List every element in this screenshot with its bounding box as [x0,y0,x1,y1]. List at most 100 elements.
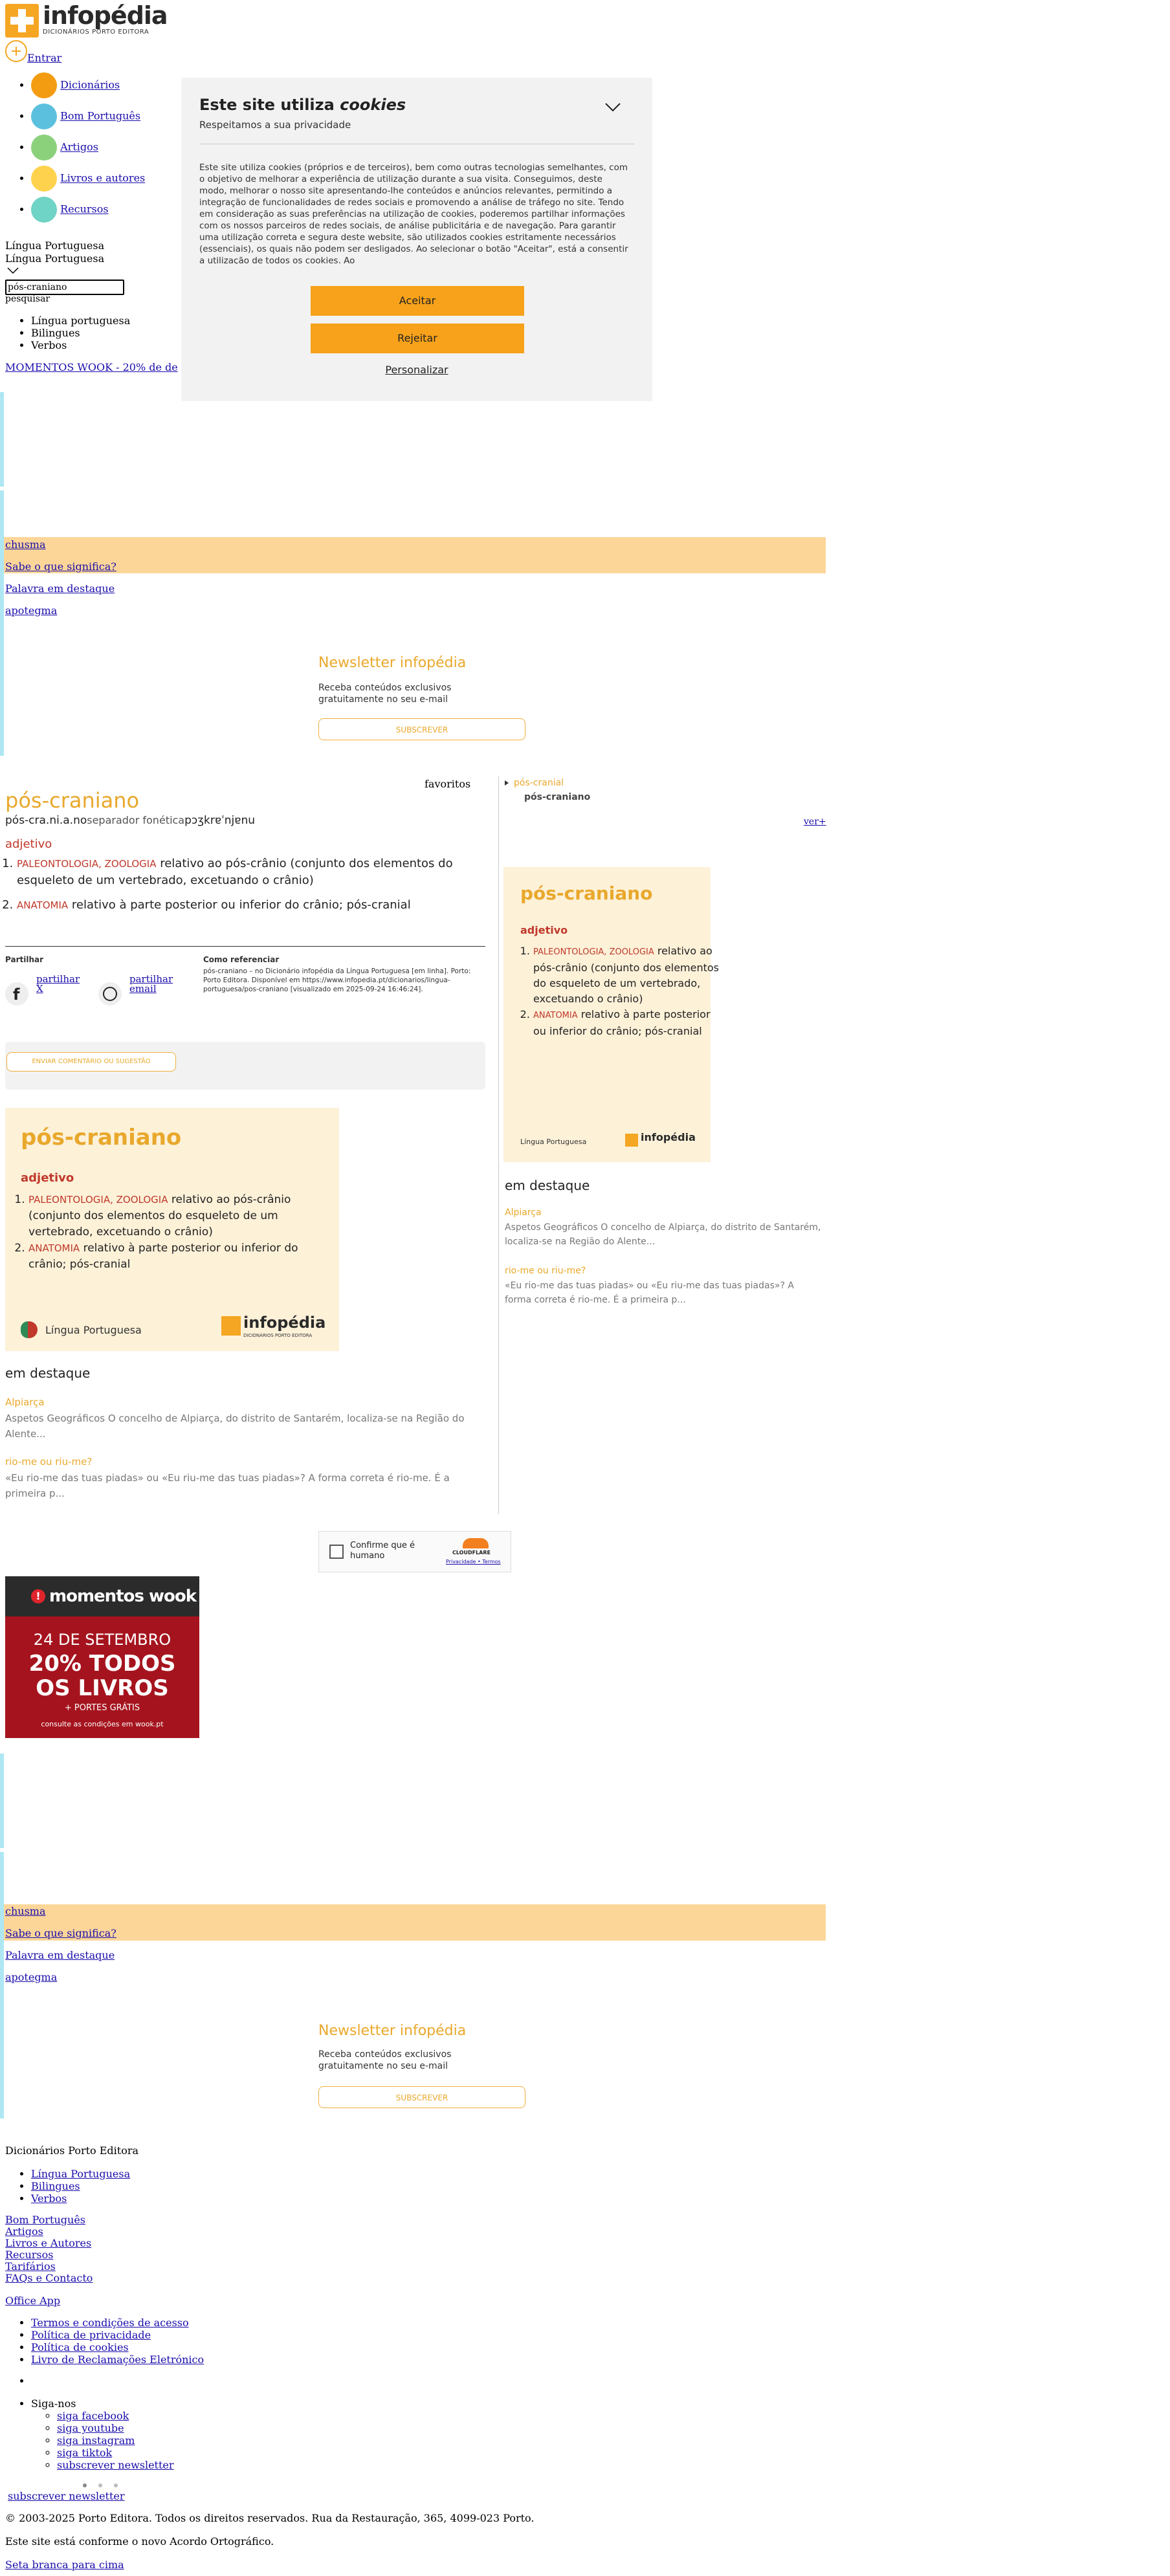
subscribe-button[interactable]: SUBSCREVER [318,2086,525,2108]
carousel-dot[interactable] [114,2483,118,2487]
accept-button[interactable]: Aceitar [311,286,524,316]
cookie-dialog: Este site utiliza cookies Respeitamos a … [181,78,652,401]
search-type[interactable]: Verbos [31,339,130,351]
featured-title[interactable]: Alpiarça [505,1207,542,1218]
logo-icon [625,1134,638,1147]
facebook-icon[interactable]: siga facebook [57,2410,129,2422]
word-link[interactable]: chusma [5,538,46,551]
definition-item: ANATOMIA relativo à parte posterior ou i… [17,897,506,914]
follow-item: Siga-nos siga facebook siga youtube siga… [31,2397,174,2471]
nav-item-bom-portugues[interactable]: Bom Português [31,104,145,135]
legal-link[interactable]: Termos e condições de acesso [31,2317,189,2329]
divider [498,776,499,1514]
carousel-dot[interactable] [83,2483,87,2487]
subscribe-link[interactable]: subscrever newsletter [8,2490,125,2502]
footer-link[interactable]: FAQs e Contacto [5,2272,93,2284]
favorites-icon[interactable]: favoritos [425,778,470,790]
side-strip [0,1754,4,1848]
footer-heading: Dicionários Porto Editora [5,2144,139,2157]
featured-word-link[interactable]: apotegma [5,604,57,617]
share-card-small: pós-craniano adjetivo PALEONTOLOGIA, ZOO… [503,867,719,1162]
login-link[interactable]: Entrar [27,52,61,64]
nav-link[interactable]: Bom Português [60,110,140,122]
featured-label[interactable]: Palavra em destaque [5,582,115,595]
reject-button[interactable]: Rejeitar [311,324,524,353]
ad-link[interactable]: MOMENTOS WOOK - 20% de de [5,361,181,373]
ad-banner[interactable]: ! momentos wook 24 DE SETEMBRO 20% TODOS… [5,1576,199,1738]
legal-link[interactable]: Livro de Reclamações Eletrónico [31,2353,204,2366]
carousel-dot[interactable] [98,2483,102,2487]
nav-link[interactable]: Livros e autores [60,172,145,184]
featured-label[interactable]: Palavra em destaque [5,1949,115,1961]
legal-item: Livro de Reclamações Eletrónico [31,2353,204,2366]
back-to-top-icon[interactable]: Seta branca para cima [5,2559,124,2571]
definition-item: ANATOMIA relativo à parte posterior ou i… [28,1240,339,1273]
instagram-icon[interactable]: siga instagram [57,2434,135,2447]
social-item: subscrever newsletter [57,2459,174,2471]
definition-list: PALEONTOLOGIA, ZOOLOGIA relativo ao pós-… [0,855,506,914]
question-link[interactable]: Sabe o que significa? [5,1927,116,1939]
login-icon[interactable] [5,40,27,62]
share-label: Partilhar [5,955,44,964]
whatsapp-icon[interactable] [98,982,122,1006]
search-type[interactable]: Língua portuguesa [31,314,130,327]
search-icon[interactable]: pesquisar [5,294,50,304]
more-link[interactable]: ver+ [804,817,826,827]
personalize-link[interactable]: Personalizar [181,364,652,376]
logo-icon[interactable] [5,4,39,38]
legal-link[interactable]: Política de privacidade [31,2329,151,2341]
footer-link[interactable]: Recursos [5,2249,53,2261]
nav-link[interactable]: Recursos [60,203,108,215]
chevron-down-icon[interactable] [6,267,19,274]
legal-link[interactable]: Política de cookies [31,2341,129,2353]
footer-link[interactable]: Livros e Autores [5,2237,91,2249]
copyright: © 2003-2025 Porto Editora. Todos os dire… [5,2512,535,2524]
footer-link[interactable]: Língua Portuguesa [31,2168,130,2180]
featured-title[interactable]: Alpiarça [5,1396,45,1408]
question-link[interactable]: Sabe o que significa? [5,560,116,573]
search-input[interactable] [5,280,124,295]
main-nav: Dicionários Bom Português Artigos Livros… [5,72,145,228]
nav-link[interactable]: Dicionários [60,79,120,91]
captcha-brand: CLOUDFLARE [452,1550,491,1556]
suggest-button[interactable]: ENVIAR COMENTÁRIO OU SUGESTÃO [6,1052,176,1072]
reference-text: pós-craniano – no Dicionário infopédia d… [203,967,471,993]
footer-link[interactable]: Bom Português [5,2214,85,2226]
featured-heading: em destaque [505,1178,590,1193]
featured-word-link[interactable]: apotegma [5,1971,57,1983]
nav-link[interactable]: Artigos [60,141,98,153]
search-type[interactable]: Bilingues [31,327,130,339]
social-item: siga youtube [57,2422,174,2434]
facebook-icon[interactable]: f [5,982,28,1006]
footer-link[interactable]: Verbos [31,2192,67,2205]
youtube-icon[interactable]: siga youtube [57,2422,124,2434]
office-app-link[interactable]: Office App [5,2295,60,2307]
featured-title[interactable]: rio-me ou riu-me? [5,1456,92,1468]
logo-name[interactable]: infopédia [43,1,168,30]
share-email-link[interactable]: partilhar email [129,974,181,994]
captcha-checkbox[interactable] [329,1545,344,1559]
nav-item-livros[interactable]: Livros e autores [31,166,145,197]
share-x-link[interactable]: partilhar X [36,974,80,994]
follow-label: Siga-nos [31,2397,76,2410]
card-brand-sub: DICIONÁRIOS PORTO EDITORA [243,1333,313,1338]
tiktok-icon[interactable]: siga tiktok [57,2447,112,2459]
footer-link[interactable]: Tarifários [5,2260,56,2273]
language-select[interactable]: Língua Portuguesa [5,252,104,265]
prev-word-link[interactable]: pós-cranial [514,778,564,788]
chevron-down-icon[interactable] [604,102,621,113]
nav-item-dictionaries[interactable]: Dicionários [31,72,145,104]
flag-icon [21,1321,38,1338]
subscribe-link[interactable]: subscrever newsletter [57,2459,174,2471]
nav-item-recursos[interactable]: Recursos [31,197,145,228]
captcha-links[interactable]: Privacidade • Termos [446,1559,501,1565]
subscribe-button[interactable]: SUBSCREVER [318,718,525,740]
share-card: pós-craniano adjetivo PALEONTOLOGIA, ZOO… [5,1108,339,1351]
side-strip [0,490,4,756]
nav-item-artigos[interactable]: Artigos [31,135,145,166]
featured-title[interactable]: rio-me ou riu-me? [505,1266,586,1276]
footer-link[interactable]: Artigos [5,2225,43,2238]
word-link[interactable]: chusma [5,1905,46,1917]
footer-link[interactable]: Bilingues [31,2180,80,2192]
card-brand: infopédia [641,1131,696,1143]
